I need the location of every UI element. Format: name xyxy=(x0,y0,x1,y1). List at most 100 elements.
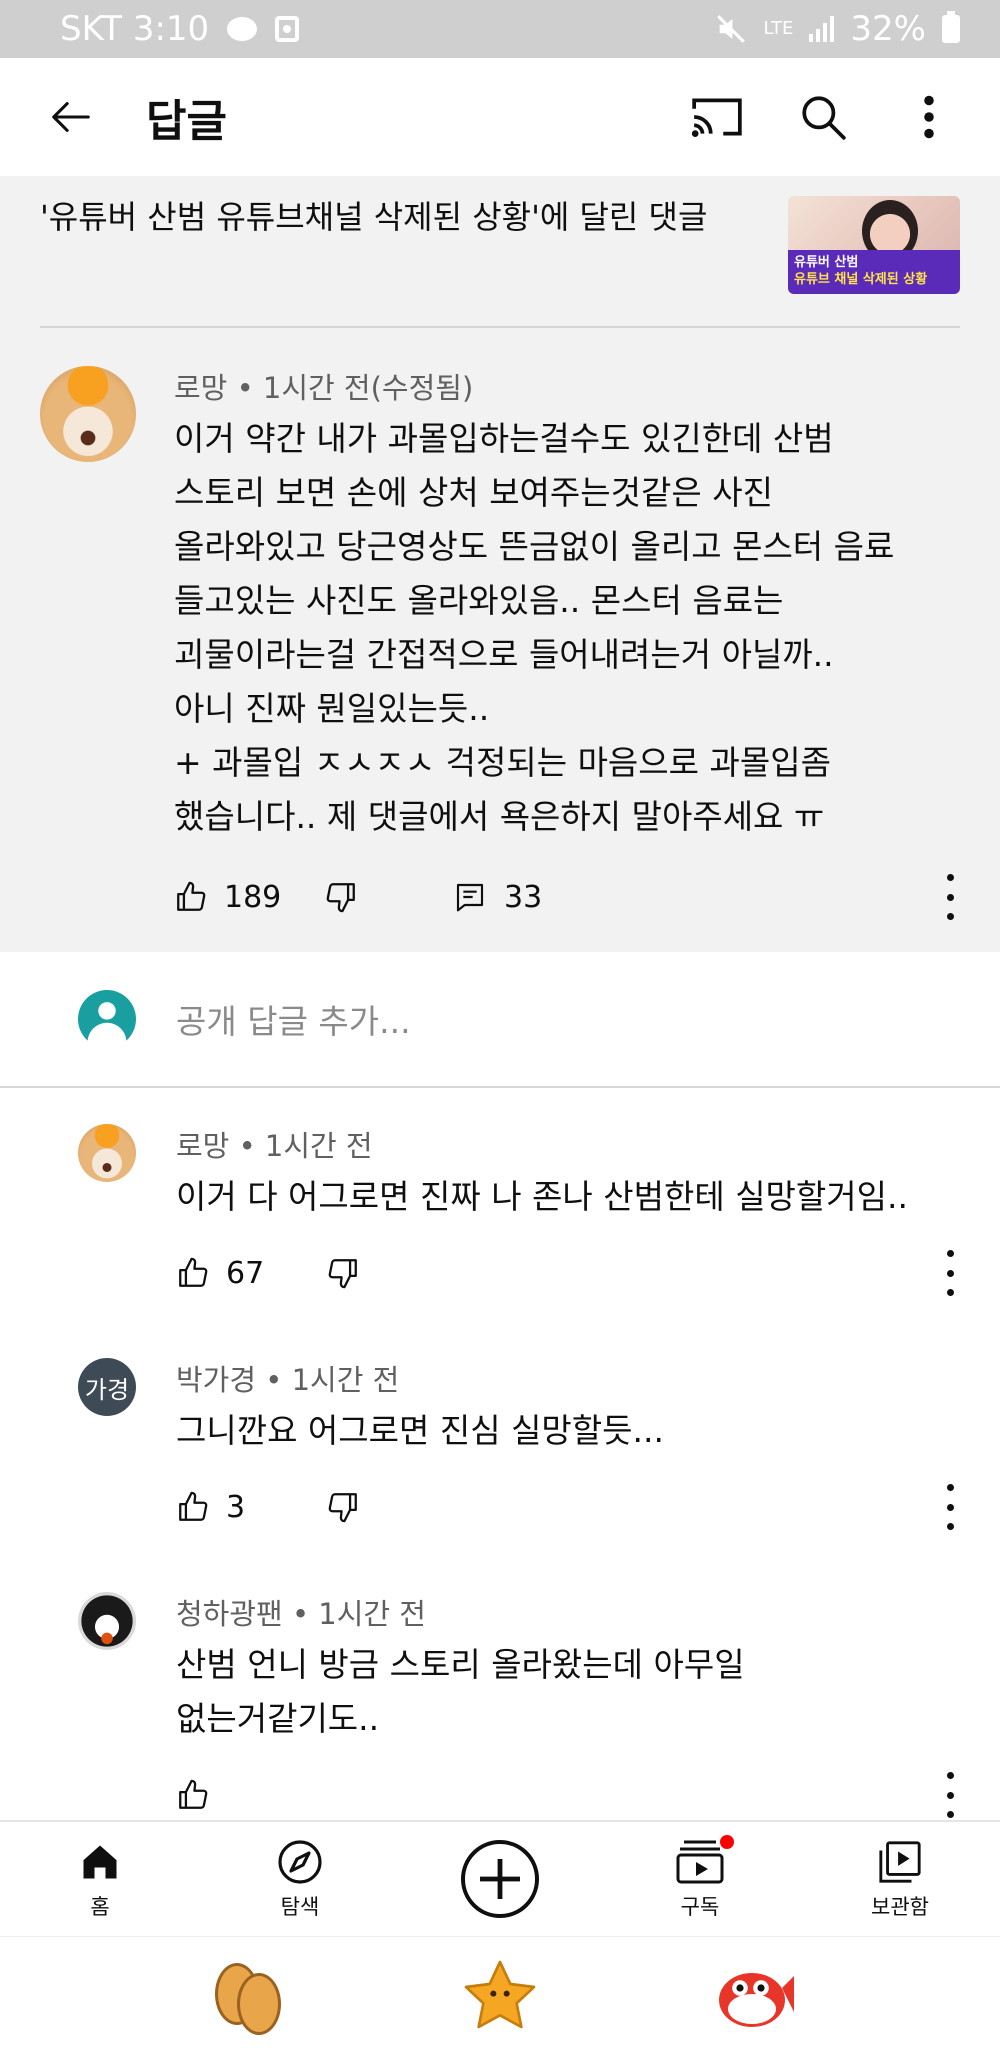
comment-meta: 박가경 • 1시간 전 xyxy=(176,1363,400,1397)
like-count: 189 xyxy=(224,879,282,915)
comment-body: 로망 • 1시간 전(수정됨) 이거 약간 내가 과몰입하는걸수도 있긴한데 산… xyxy=(174,366,1000,942)
reply-count: 33 xyxy=(504,879,543,915)
cast-button[interactable] xyxy=(682,82,752,152)
video-reference-text: '유튜버 산범 유튜브채널 삭제된 상황'에 달린 댓글 xyxy=(40,198,708,236)
thumbs-down-icon xyxy=(328,1259,357,1289)
app-bar: 답글 xyxy=(0,58,1000,176)
nav-subscriptions-label: 구독 xyxy=(680,1895,720,1919)
add-reply-bar[interactable]: 공개 답글 추가... xyxy=(0,952,1000,1088)
reply-item: 청하광팬 • 1시간 전 산범 언니 방금 스토리 올라왔는데 아무일 없는거같… xyxy=(0,1552,1000,1820)
comment-more-button[interactable] xyxy=(940,1484,960,1530)
library-icon xyxy=(879,1841,921,1883)
nav-library[interactable]: 보관함 xyxy=(800,1822,1000,1936)
comment-more-button[interactable] xyxy=(940,1772,960,1818)
cast-icon xyxy=(691,98,742,137)
thumbs-up-icon xyxy=(179,1491,208,1521)
dislike-button[interactable] xyxy=(324,880,374,914)
coins-icon[interactable] xyxy=(207,1957,287,2037)
notification-dot xyxy=(718,1833,736,1851)
comment-actions xyxy=(176,1750,960,1820)
comment-text: 산범 언니 방금 스토리 올라왔는데 아무일 없는거같기도.. xyxy=(176,1645,745,1738)
like-count: 3 xyxy=(226,1489,246,1525)
video-thumbnail[interactable]: 유튜버 산범 유튜브 채널 삭제된 상황 xyxy=(788,196,960,294)
comment-meta: 로망 • 1시간 전 xyxy=(176,1129,373,1163)
more-vert-icon xyxy=(924,95,934,139)
status-left: SKT 3:10 xyxy=(60,9,300,49)
signal-icon xyxy=(809,16,835,42)
comment-body: 청하광팬 • 1시간 전 산범 언니 방금 스토리 올라왔는데 아무일 없는거같… xyxy=(176,1592,1000,1820)
carrier-time: SKT 3:10 xyxy=(60,9,210,49)
thumbnail-caption-line2: 유튜브 채널 삭제된 상황 xyxy=(794,272,928,287)
like-button[interactable] xyxy=(174,880,224,914)
reply-item: 로망 • 1시간 전 이거 다 어그로면 진짜 나 존나 산범한테 실망할거임.… xyxy=(0,1088,1000,1318)
mute-icon xyxy=(716,15,745,43)
nav-home[interactable]: 홈 xyxy=(0,1822,200,1936)
arrow-left-icon xyxy=(52,102,90,132)
parent-comment-section: '유튜버 산범 유튜브채널 삭제된 상황'에 달린 댓글 유튜버 산범 유튜브 … xyxy=(0,176,1000,952)
comment-more-button[interactable] xyxy=(940,1250,960,1296)
comment-more-button[interactable] xyxy=(940,874,960,920)
thumbnail-caption: 유튜버 산범 유튜브 채널 삭제된 상황 xyxy=(788,250,960,294)
like-button[interactable] xyxy=(176,1490,226,1524)
nav-home-label: 홈 xyxy=(90,1895,110,1919)
comment-meta: 청하광팬 • 1시간 전 xyxy=(176,1597,426,1631)
comment-meta: 로망 • 1시간 전(수정됨) xyxy=(174,371,474,405)
nav-subscriptions[interactable]: 구독 xyxy=(600,1822,800,1936)
status-bar: SKT 3:10 LTE 32% xyxy=(0,0,1000,58)
nav-explore-label: 탐색 xyxy=(280,1895,320,1919)
like-button[interactable] xyxy=(176,1778,226,1812)
reply-item: 가경 박가경 • 1시간 전 그니깐요 어그로면 진심 실망할듯... 3 xyxy=(0,1318,1000,1552)
dislike-button[interactable] xyxy=(326,1490,376,1524)
back-button[interactable] xyxy=(36,82,106,152)
nav-library-label: 보관함 xyxy=(871,1895,929,1919)
avatar[interactable] xyxy=(78,1124,136,1182)
comment-icon xyxy=(456,883,484,912)
thumbnail-caption-line1: 유튜버 산범 xyxy=(794,255,859,270)
bottom-dock xyxy=(0,1936,1000,2056)
comment-actions: 67 xyxy=(176,1228,960,1318)
video-reference[interactable]: '유튜버 산범 유튜브채널 삭제된 상황'에 달린 댓글 유튜버 산범 유튜브 … xyxy=(0,176,1000,326)
network-type: LTE xyxy=(763,18,794,39)
like-count: 67 xyxy=(226,1255,265,1291)
create-plus-icon xyxy=(461,1840,539,1918)
avatar[interactable] xyxy=(40,366,136,462)
thumbs-up-icon xyxy=(179,1779,208,1809)
add-reply-input[interactable]: 공개 답글 추가... xyxy=(176,995,411,1043)
star-icon[interactable] xyxy=(460,1957,540,2037)
comment-actions: 3 xyxy=(176,1462,960,1552)
page-title: 답글 xyxy=(146,96,227,147)
comment-body: 박가경 • 1시간 전 그니깐요 어그로면 진심 실망할듯... 3 xyxy=(176,1358,1000,1552)
reply-list: 로망 • 1시간 전 이거 다 어그로면 진짜 나 존나 산범한테 실망할거임.… xyxy=(0,1088,1000,1820)
search-button[interactable] xyxy=(788,82,858,152)
comment-actions: 189 33 xyxy=(174,852,960,942)
main-comment: 로망 • 1시간 전(수정됨) 이거 약간 내가 과몰입하는걸수도 있긴한데 산… xyxy=(0,328,1000,942)
nav-explore[interactable]: 탐색 xyxy=(200,1822,400,1936)
message-bubble-icon xyxy=(227,17,258,41)
replies-content: '유튜버 산범 유튜브채널 삭제된 상황'에 달린 댓글 유튜버 산범 유튜브 … xyxy=(0,176,1000,1820)
more-options-button[interactable] xyxy=(894,82,964,152)
gallery-icon xyxy=(275,16,300,42)
subscriptions-icon xyxy=(676,1840,724,1884)
comment-text: 그니깐요 어그로면 진심 실망할듯... xyxy=(176,1411,664,1450)
home-icon xyxy=(83,1845,117,1879)
my-avatar xyxy=(78,990,136,1048)
avatar[interactable]: 가경 xyxy=(78,1358,136,1416)
battery-percent: 32% xyxy=(850,9,926,49)
comment-text: 이거 다 어그로면 진짜 나 존나 산범한테 실망할거임.. xyxy=(176,1177,908,1216)
thumbs-down-icon xyxy=(326,883,355,913)
dislike-button[interactable] xyxy=(326,1256,376,1290)
comment-body: 로망 • 1시간 전 이거 다 어그로면 진짜 나 존나 산범한테 실망할거임.… xyxy=(176,1124,1000,1318)
bottom-nav: 홈 탐색 구독 보관함 xyxy=(0,1820,1000,1936)
battery-icon xyxy=(942,11,960,43)
like-button[interactable] xyxy=(176,1256,226,1290)
thumbs-down-icon xyxy=(328,1493,357,1523)
nav-create[interactable] xyxy=(400,1822,600,1936)
search-icon xyxy=(802,96,846,140)
fish-character-icon[interactable] xyxy=(713,1957,795,2037)
comment-text: 이거 약간 내가 과몰입하는걸수도 있긴한데 산범 스토리 보면 손에 상처 보… xyxy=(174,419,895,836)
status-right: LTE 32% xyxy=(714,9,960,49)
reply-button[interactable] xyxy=(454,881,504,913)
thumbs-up-icon xyxy=(177,881,206,911)
avatar[interactable] xyxy=(78,1592,136,1650)
compass-icon xyxy=(278,1840,322,1884)
